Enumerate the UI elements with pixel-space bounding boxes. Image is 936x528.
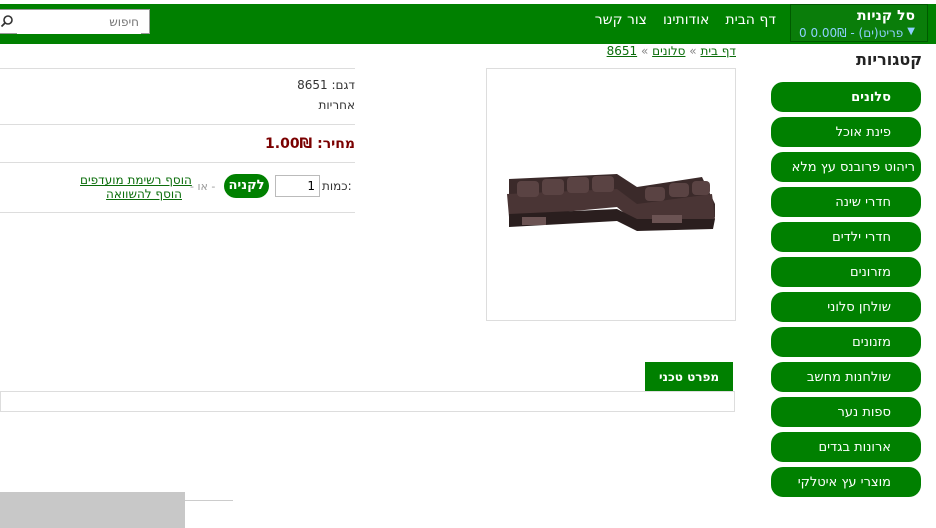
divider: [0, 124, 355, 125]
quantity-input[interactable]: [275, 175, 320, 197]
category-item-kids-rooms[interactable]: חדרי ילדים: [771, 222, 921, 252]
product-model: דגם: 8651: [297, 78, 355, 92]
add-compare-link[interactable]: הוסף להשוואה: [80, 187, 182, 201]
divider: [185, 500, 233, 501]
product-price: מחיר: 1.00₪: [265, 136, 355, 152]
divider: [0, 68, 355, 69]
model-value: 8651: [297, 78, 328, 92]
category-item-dining[interactable]: פינת אוכל: [771, 117, 921, 147]
category-item-bedrooms[interactable]: חדרי שינה: [771, 187, 921, 217]
breadcrumb: דף בית » סלונים » 8651: [600, 44, 736, 58]
tab-specs[interactable]: מפרט טכני: [645, 362, 733, 392]
breadcrumb-product[interactable]: 8651: [607, 44, 638, 58]
or-separator: - או -: [190, 180, 216, 193]
nav-contact[interactable]: צור קשר: [595, 12, 647, 28]
cart-title: סל קניות: [856, 8, 915, 24]
category-item-italian-wood[interactable]: מוצרי עץ איטלקי: [771, 467, 921, 497]
breadcrumb-separator: »: [637, 44, 649, 58]
model-label: דגם:: [331, 78, 355, 92]
breadcrumb-separator: »: [685, 44, 697, 58]
tab-panel: [0, 391, 735, 412]
categories-title: קטגוריות: [855, 50, 922, 69]
breadcrumb-home[interactable]: דף בית: [700, 44, 736, 58]
add-wishlist-link[interactable]: הוסף רשימת מועדפים: [80, 173, 192, 187]
search-icon[interactable]: [0, 14, 14, 28]
quantity-label: כמות:: [322, 179, 352, 193]
product-links: הוסף רשימת מועדפים הוסף להשוואה: [80, 173, 192, 201]
category-item-salons[interactable]: סלונים: [771, 82, 921, 112]
divider: [0, 212, 355, 213]
price-label: מחיר:: [317, 136, 355, 152]
category-item-sideboards[interactable]: מזנונים: [771, 327, 921, 357]
category-item-wardrobes[interactable]: ארונות בגדים: [771, 432, 921, 462]
nav-home[interactable]: דף הבית: [725, 12, 776, 28]
buy-button[interactable]: לקניה: [224, 174, 269, 198]
cart-summary-text: 0 פריט(ים) - 0.00₪: [799, 26, 904, 40]
breadcrumb-category[interactable]: סלונים: [652, 44, 685, 58]
sofa-image: [507, 174, 715, 231]
product-warranty: אחריות: [318, 98, 355, 112]
category-item-computer-desks[interactable]: שולחנות מחשב: [771, 362, 921, 392]
product-image[interactable]: [486, 68, 736, 321]
categories-list: סלונים פינת אוכל ריהוט פרובנס עץ מלא חדר…: [771, 82, 921, 502]
divider: [0, 162, 355, 163]
category-item-mattresses[interactable]: מזרונים: [771, 257, 921, 287]
cart-widget[interactable]: סל קניות 0 פריט(ים) - 0.00₪ ▼: [790, 4, 928, 42]
category-item-teen-sofas[interactable]: ספות נער: [771, 397, 921, 427]
main-nav: דף הבית אודותינו צור קשר: [595, 12, 776, 28]
price-value: 1.00₪: [265, 136, 313, 152]
footer-block: [0, 492, 185, 528]
category-item-coffee-table[interactable]: שולחן סלוני: [771, 292, 921, 322]
search-box: [0, 9, 150, 34]
nav-about[interactable]: אודותינו: [663, 12, 709, 28]
search-input[interactable]: [17, 10, 141, 34]
cart-summary[interactable]: 0 פריט(ים) - 0.00₪ ▼: [799, 26, 915, 40]
chevron-down-icon: ▼: [907, 26, 915, 37]
category-item-provence[interactable]: ריהוט פרובנס עץ מלא: [771, 152, 921, 182]
